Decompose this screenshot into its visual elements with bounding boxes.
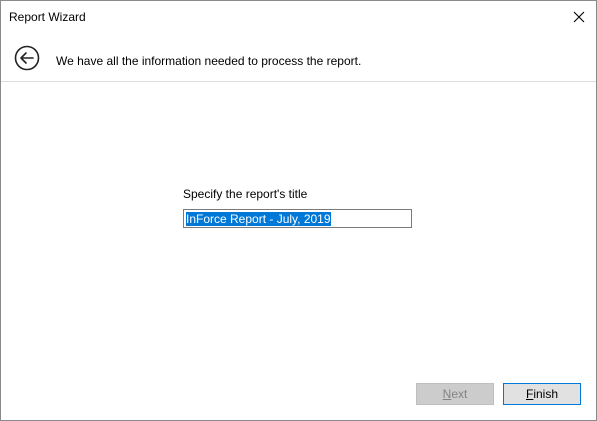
report-title-input[interactable]: InForce Report - July, 2019: [183, 209, 412, 228]
header-message: We have all the information needed to pr…: [56, 54, 362, 68]
header-divider: [1, 81, 596, 82]
window-title: Report Wizard: [9, 10, 86, 24]
title-bar: Report Wizard: [1, 1, 596, 32]
close-icon: [573, 11, 585, 22]
next-button[interactable]: Next: [416, 383, 494, 405]
back-arrow-icon: [14, 45, 40, 71]
report-title-label: Specify the report's title: [183, 187, 308, 201]
wizard-header: We have all the information needed to pr…: [1, 32, 596, 81]
finish-button[interactable]: Finish: [503, 383, 581, 405]
report-wizard-dialog: Report Wizard We have all the informatio…: [0, 0, 597, 421]
finish-button-label: inish: [533, 387, 559, 401]
back-button[interactable]: [14, 45, 40, 71]
next-button-label: ext: [451, 387, 468, 401]
report-title-value: InForce Report - July, 2019: [186, 212, 331, 226]
close-button[interactable]: [562, 1, 596, 32]
